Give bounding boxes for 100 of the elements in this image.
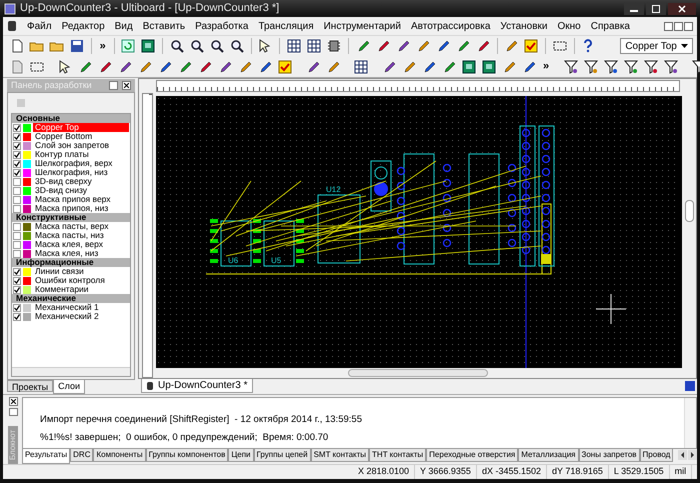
filter-icon[interactable] bbox=[623, 58, 640, 74]
pin-button[interactable] bbox=[8, 408, 18, 416]
layer-checkbox[interactable] bbox=[13, 132, 21, 140]
layer-checkbox[interactable] bbox=[13, 168, 21, 176]
menu-item[interactable]: Окно bbox=[558, 18, 581, 34]
output-tab[interactable]: Результаты bbox=[22, 449, 70, 464]
layer-name[interactable]: Маска припоя, низ bbox=[33, 204, 129, 213]
filter-icon[interactable] bbox=[603, 58, 620, 74]
layer-name[interactable]: Контур платы bbox=[33, 150, 129, 159]
layer-name[interactable]: 3D-вид снизу bbox=[33, 186, 129, 195]
layer-checkbox[interactable] bbox=[13, 160, 21, 168]
layer-checkbox[interactable] bbox=[13, 268, 21, 276]
layer-name[interactable]: Механический 1 bbox=[33, 303, 129, 312]
vertical-scrollbar[interactable] bbox=[684, 398, 696, 448]
layer-name[interactable]: Механический 2 bbox=[33, 312, 129, 321]
restore-button[interactable] bbox=[674, 22, 683, 30]
filter-icon[interactable] bbox=[563, 58, 580, 74]
menu-item[interactable]: Редактор bbox=[62, 18, 105, 34]
layer-checkbox[interactable] bbox=[13, 142, 21, 150]
scroll-right-icon[interactable] bbox=[688, 450, 697, 460]
zoom-icon[interactable] bbox=[208, 38, 225, 54]
menu-item[interactable]: Установки bbox=[500, 18, 548, 34]
filter-icon[interactable] bbox=[643, 58, 660, 74]
pin-button[interactable] bbox=[109, 81, 118, 90]
layer-checkbox[interactable] bbox=[13, 150, 21, 158]
layer-name[interactable]: 3D-вид сверху bbox=[33, 177, 129, 186]
output-tab[interactable]: Цепи bbox=[228, 449, 254, 462]
pointer-icon[interactable] bbox=[57, 58, 73, 74]
menu-item[interactable]: Трансляция bbox=[258, 18, 314, 34]
menu-item[interactable]: Файл bbox=[27, 18, 52, 34]
zoom-icon[interactable] bbox=[228, 38, 245, 54]
checkmark-icon[interactable] bbox=[277, 58, 293, 74]
grid-icon[interactable] bbox=[306, 38, 322, 54]
close-button[interactable] bbox=[122, 81, 131, 90]
output-tab[interactable]: SMT контакты bbox=[310, 449, 370, 462]
layer-name[interactable]: Шелкография, низ bbox=[33, 168, 129, 177]
menu-item[interactable]: Вид bbox=[114, 18, 133, 34]
output-tab[interactable]: Группы цепей bbox=[254, 449, 311, 462]
minimize-button[interactable] bbox=[664, 22, 673, 30]
output-tab[interactable]: Переходные отверстия bbox=[426, 449, 518, 462]
layer-checkbox[interactable] bbox=[13, 178, 21, 186]
overflow-chevron[interactable]: » bbox=[96, 38, 110, 54]
grid-icon[interactable] bbox=[353, 58, 369, 74]
layer-checkbox[interactable] bbox=[13, 312, 21, 320]
board-icon[interactable] bbox=[481, 58, 497, 74]
layer-checkbox[interactable] bbox=[13, 124, 21, 132]
filter-icon[interactable] bbox=[583, 58, 600, 74]
output-tab[interactable]: DRC bbox=[70, 449, 94, 462]
close-button[interactable] bbox=[668, 2, 696, 14]
layer-name[interactable]: Маска пасты, верх bbox=[33, 222, 129, 231]
menu-item[interactable]: Справка bbox=[590, 18, 630, 34]
grid-icon[interactable] bbox=[286, 38, 302, 54]
chip-icon[interactable] bbox=[326, 38, 342, 54]
layer-checkbox[interactable] bbox=[13, 250, 21, 258]
panel-tab[interactable]: Проекты bbox=[7, 380, 54, 392]
output-tab[interactable]: Группы компонентов bbox=[146, 449, 228, 462]
output-tab[interactable]: Провод bbox=[640, 449, 674, 462]
layer-name[interactable]: Copper Top bbox=[33, 123, 129, 132]
menu-item[interactable]: Вставить bbox=[142, 18, 186, 34]
board-icon[interactable] bbox=[140, 38, 156, 54]
output-tab[interactable]: Компоненты bbox=[93, 449, 146, 462]
output-tab[interactable]: Зоны запретов bbox=[578, 449, 640, 462]
zoom-icon[interactable] bbox=[188, 38, 205, 54]
overflow-chevron[interactable]: » bbox=[539, 58, 554, 75]
layer-checkbox[interactable] bbox=[13, 276, 21, 284]
layer-checkbox[interactable] bbox=[13, 204, 21, 212]
layer-name[interactable]: Комментарии bbox=[33, 285, 129, 294]
layer-checkbox[interactable] bbox=[13, 240, 21, 248]
layer-checkbox[interactable] bbox=[13, 232, 21, 240]
checkmark-icon[interactable] bbox=[523, 38, 540, 54]
output-tab[interactable]: Металлизация bbox=[518, 449, 579, 462]
document-menu-icon[interactable] bbox=[7, 20, 17, 32]
layer-name[interactable]: Слой зон запретов bbox=[33, 141, 129, 150]
layer-checkbox[interactable] bbox=[13, 196, 21, 204]
layer-name[interactable]: Линии связи bbox=[33, 267, 129, 276]
panel-tab[interactable]: Слои bbox=[53, 380, 86, 394]
layer-name[interactable]: Маска пасты, низ bbox=[33, 231, 129, 240]
maximize-button[interactable] bbox=[646, 2, 666, 14]
minimize-button[interactable] bbox=[624, 2, 644, 14]
menu-item[interactable]: Разработка bbox=[195, 18, 248, 34]
scroll-left-icon[interactable] bbox=[678, 450, 687, 460]
layer-checkbox[interactable] bbox=[13, 286, 21, 294]
zoom-icon[interactable] bbox=[168, 38, 185, 54]
layer-name[interactable]: Ошибки контроля bbox=[33, 276, 129, 285]
save-icon[interactable] bbox=[69, 38, 85, 54]
document-tab[interactable]: Up-DownCounter3 * bbox=[141, 379, 252, 393]
board-canvas[interactable]: U12 U6 U5 bbox=[156, 96, 682, 368]
menu-item[interactable]: Автотрассировка bbox=[410, 18, 490, 34]
layer-name[interactable]: Copper Bottom bbox=[33, 132, 129, 141]
output-tab[interactable]: THT контакты bbox=[369, 449, 426, 462]
layer-name[interactable]: Маска припоя верх bbox=[33, 195, 129, 204]
horizontal-scrollbar[interactable] bbox=[12, 367, 130, 376]
layer-name[interactable]: Маска клея, верх bbox=[33, 240, 129, 249]
layer-checkbox[interactable] bbox=[13, 222, 21, 230]
board-icon[interactable] bbox=[461, 58, 477, 74]
layer-dropdown[interactable]: Copper Top bbox=[620, 38, 694, 54]
layer-checkbox[interactable] bbox=[13, 304, 21, 312]
layer-name[interactable]: Шелкография, верх bbox=[33, 159, 129, 168]
menu-item[interactable]: Инструментарий bbox=[324, 18, 401, 34]
filter-icon[interactable] bbox=[663, 58, 680, 74]
